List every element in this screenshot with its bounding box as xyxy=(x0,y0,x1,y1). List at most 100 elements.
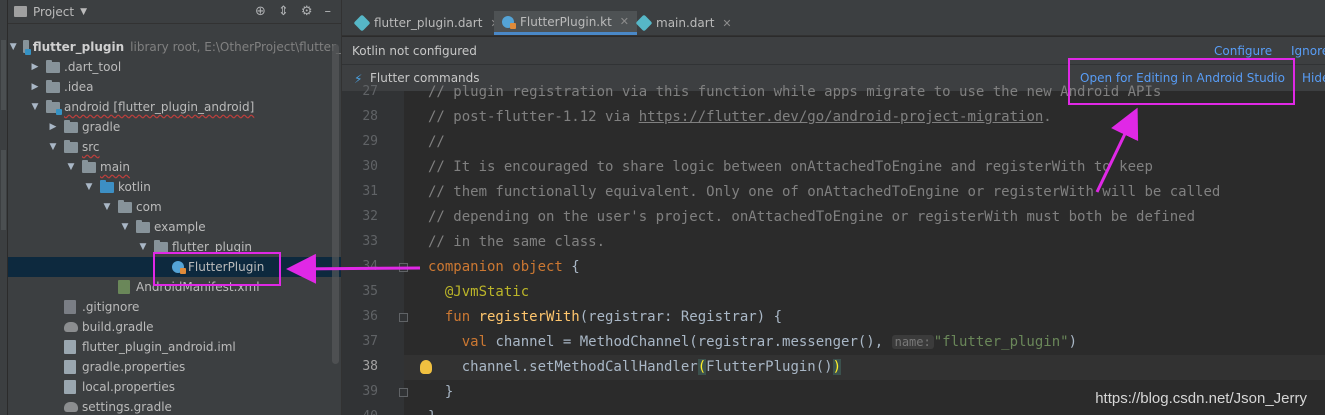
tool-window-tab[interactable] xyxy=(1,40,6,110)
chevron-down-icon[interactable]: ▼ xyxy=(80,7,87,17)
manifest-file-icon xyxy=(118,280,130,294)
expand-arrow-icon[interactable]: ▼ xyxy=(120,222,130,232)
tree-item[interactable]: ▶ gradle xyxy=(8,117,341,137)
code-token: (registrar: Registrar) { xyxy=(579,309,783,325)
code-token: // xyxy=(428,134,445,150)
expand-arrow-icon[interactable]: ▼ xyxy=(138,242,148,252)
project-panel-header: Project ▼ ⊕ ⇕ ⚙ – xyxy=(8,0,341,24)
dart-file-icon xyxy=(635,14,653,32)
folder-icon xyxy=(64,119,78,133)
tree-item[interactable]: ▼ src xyxy=(8,137,341,157)
expand-arrow-icon[interactable]: ▼ xyxy=(102,202,112,212)
code-line[interactable]: fun registerWith(registrar: Registrar) { xyxy=(428,305,782,330)
folder-icon xyxy=(64,139,78,153)
tree-item[interactable]: ▶ .dart_tool xyxy=(8,57,341,77)
annotation-highlight-box xyxy=(153,252,281,286)
package-folder-icon xyxy=(154,239,168,253)
project-panel-title[interactable]: Project xyxy=(33,5,74,19)
tree-item[interactable]: ▼ example xyxy=(8,217,341,237)
fold-marker-icon[interactable] xyxy=(399,313,408,322)
expand-arrow-icon[interactable]: ▼ xyxy=(10,42,17,52)
code-token: } xyxy=(428,384,454,400)
collapse-arrow-icon[interactable]: ▶ xyxy=(30,62,40,72)
tab-main-dart[interactable]: main.dart ✕ xyxy=(630,11,740,35)
collapse-arrow-icon[interactable]: ▶ xyxy=(48,122,58,132)
tree-item-label: .dart_tool xyxy=(64,60,122,74)
hide-link[interactable]: Hide xyxy=(1302,71,1325,85)
tree-scrollbar[interactable] xyxy=(332,44,339,364)
close-icon[interactable]: ✕ xyxy=(620,15,629,28)
line-number: 37 xyxy=(362,334,378,349)
code-line[interactable]: // in the same class. xyxy=(428,230,605,255)
configure-link[interactable]: Configure xyxy=(1214,44,1272,58)
code-line[interactable]: // them functionally equivalent. Only on… xyxy=(428,180,1220,205)
tree-item[interactable]: ▼ flutter_plugin library root, E:\OtherPro… xyxy=(8,37,341,57)
tree-item-label: settings.gradle xyxy=(82,400,172,414)
tree-item[interactable]: ▶gradle.properties xyxy=(8,357,341,377)
folder-icon xyxy=(82,159,96,173)
tree-item[interactable]: ▶ .idea xyxy=(8,77,341,97)
tree-item[interactable]: ▶.gitignore xyxy=(8,297,341,317)
tree-item-label: src xyxy=(82,140,100,154)
package-folder-icon xyxy=(118,199,132,213)
code-token: ) xyxy=(1068,334,1078,350)
code-line[interactable]: } xyxy=(428,380,453,405)
code-token: { xyxy=(571,259,580,275)
code-token: // post-flutter-1.12 via xyxy=(428,109,639,125)
tab-flutter-plugin-dart[interactable]: flutter_plugin.dart ✕ xyxy=(348,11,508,35)
tree-item[interactable]: ▶build.gradle xyxy=(8,317,341,337)
expand-arrow-icon[interactable]: ▼ xyxy=(48,142,58,152)
tool-window-tab[interactable] xyxy=(1,150,6,230)
project-icon xyxy=(14,6,27,17)
tab-label: FlutterPlugin.kt xyxy=(520,14,612,29)
tree-item[interactable]: ▶flutter_plugin_android.iml xyxy=(8,337,341,357)
code-token: registerWith xyxy=(478,309,580,325)
code-token: fun xyxy=(444,309,479,325)
flutter-kotlin-icon xyxy=(502,15,516,29)
tree-item[interactable]: ▼ android [flutter_plugin_android] xyxy=(8,97,341,117)
tree-item[interactable]: ▶settings.gradle xyxy=(8,397,341,415)
collapse-arrow-icon[interactable]: ▶ xyxy=(30,82,40,92)
properties-file-icon xyxy=(64,380,76,394)
tree-item-label: android [flutter_plugin_android] xyxy=(64,100,255,114)
code-line[interactable]: // plugin registration via this function… xyxy=(428,80,1161,105)
tab-flutterplugin-kt[interactable]: FlutterPlugin.kt ✕ xyxy=(494,11,637,35)
code-line[interactable]: val channel = MethodChannel(registrar.me… xyxy=(428,330,1077,355)
code-token: // them functionally equivalent. Only on… xyxy=(428,184,1221,200)
expand-arrow-icon[interactable]: ▼ xyxy=(84,182,94,192)
fold-marker-icon[interactable] xyxy=(399,263,408,272)
tree-item[interactable]: ▼ com xyxy=(8,197,341,217)
code-line[interactable]: } xyxy=(428,405,436,415)
code-line[interactable]: // xyxy=(428,130,445,155)
gear-icon[interactable]: ⚙ xyxy=(301,4,313,19)
locate-icon[interactable]: ⊕ xyxy=(255,4,266,19)
code-line[interactable]: channel.setMethodCallHandler(FlutterPlug… xyxy=(428,355,842,380)
line-number: 31 xyxy=(362,184,378,199)
tree-item[interactable]: ▼ kotlin xyxy=(8,177,341,197)
code-line[interactable]: // It is encouraged to share logic betwe… xyxy=(428,155,1153,180)
code-line[interactable]: // post-flutter-1.12 via https://flutter… xyxy=(428,105,1052,130)
line-number: 40 xyxy=(342,409,378,415)
tree-item[interactable]: ▼ main xyxy=(8,157,341,177)
collapse-icon[interactable]: ⇕ xyxy=(278,4,289,19)
line-number: 39 xyxy=(362,384,378,399)
expand-arrow-icon[interactable]: ▼ xyxy=(66,162,76,172)
tree-item-label: flutter_plugin_android.iml xyxy=(82,340,236,354)
code-token: channel.setMethodCallHandler xyxy=(428,359,698,375)
properties-file-icon xyxy=(64,360,76,374)
tree-item[interactable]: ▶local.properties xyxy=(8,377,341,397)
line-number: 28 xyxy=(362,109,378,124)
expand-arrow-icon[interactable]: ▼ xyxy=(30,102,40,112)
code-line[interactable]: companion object { xyxy=(428,255,580,280)
close-icon[interactable]: ✕ xyxy=(722,17,731,30)
fold-marker-icon[interactable] xyxy=(399,388,408,397)
minimize-icon[interactable]: – xyxy=(325,4,332,19)
ignore-link[interactable]: Ignore xyxy=(1291,44,1325,58)
tree-item-label: .gitignore xyxy=(82,300,140,314)
text-file-icon xyxy=(64,300,76,314)
project-panel: Project ▼ ⊕ ⇕ ⚙ – ▼ flutter_plugin library… xyxy=(8,0,342,415)
code-line[interactable]: // depending on the user's project. onAt… xyxy=(428,205,1195,230)
tree-item-label: com xyxy=(136,200,162,214)
code-line[interactable]: @JvmStatic xyxy=(428,280,529,305)
